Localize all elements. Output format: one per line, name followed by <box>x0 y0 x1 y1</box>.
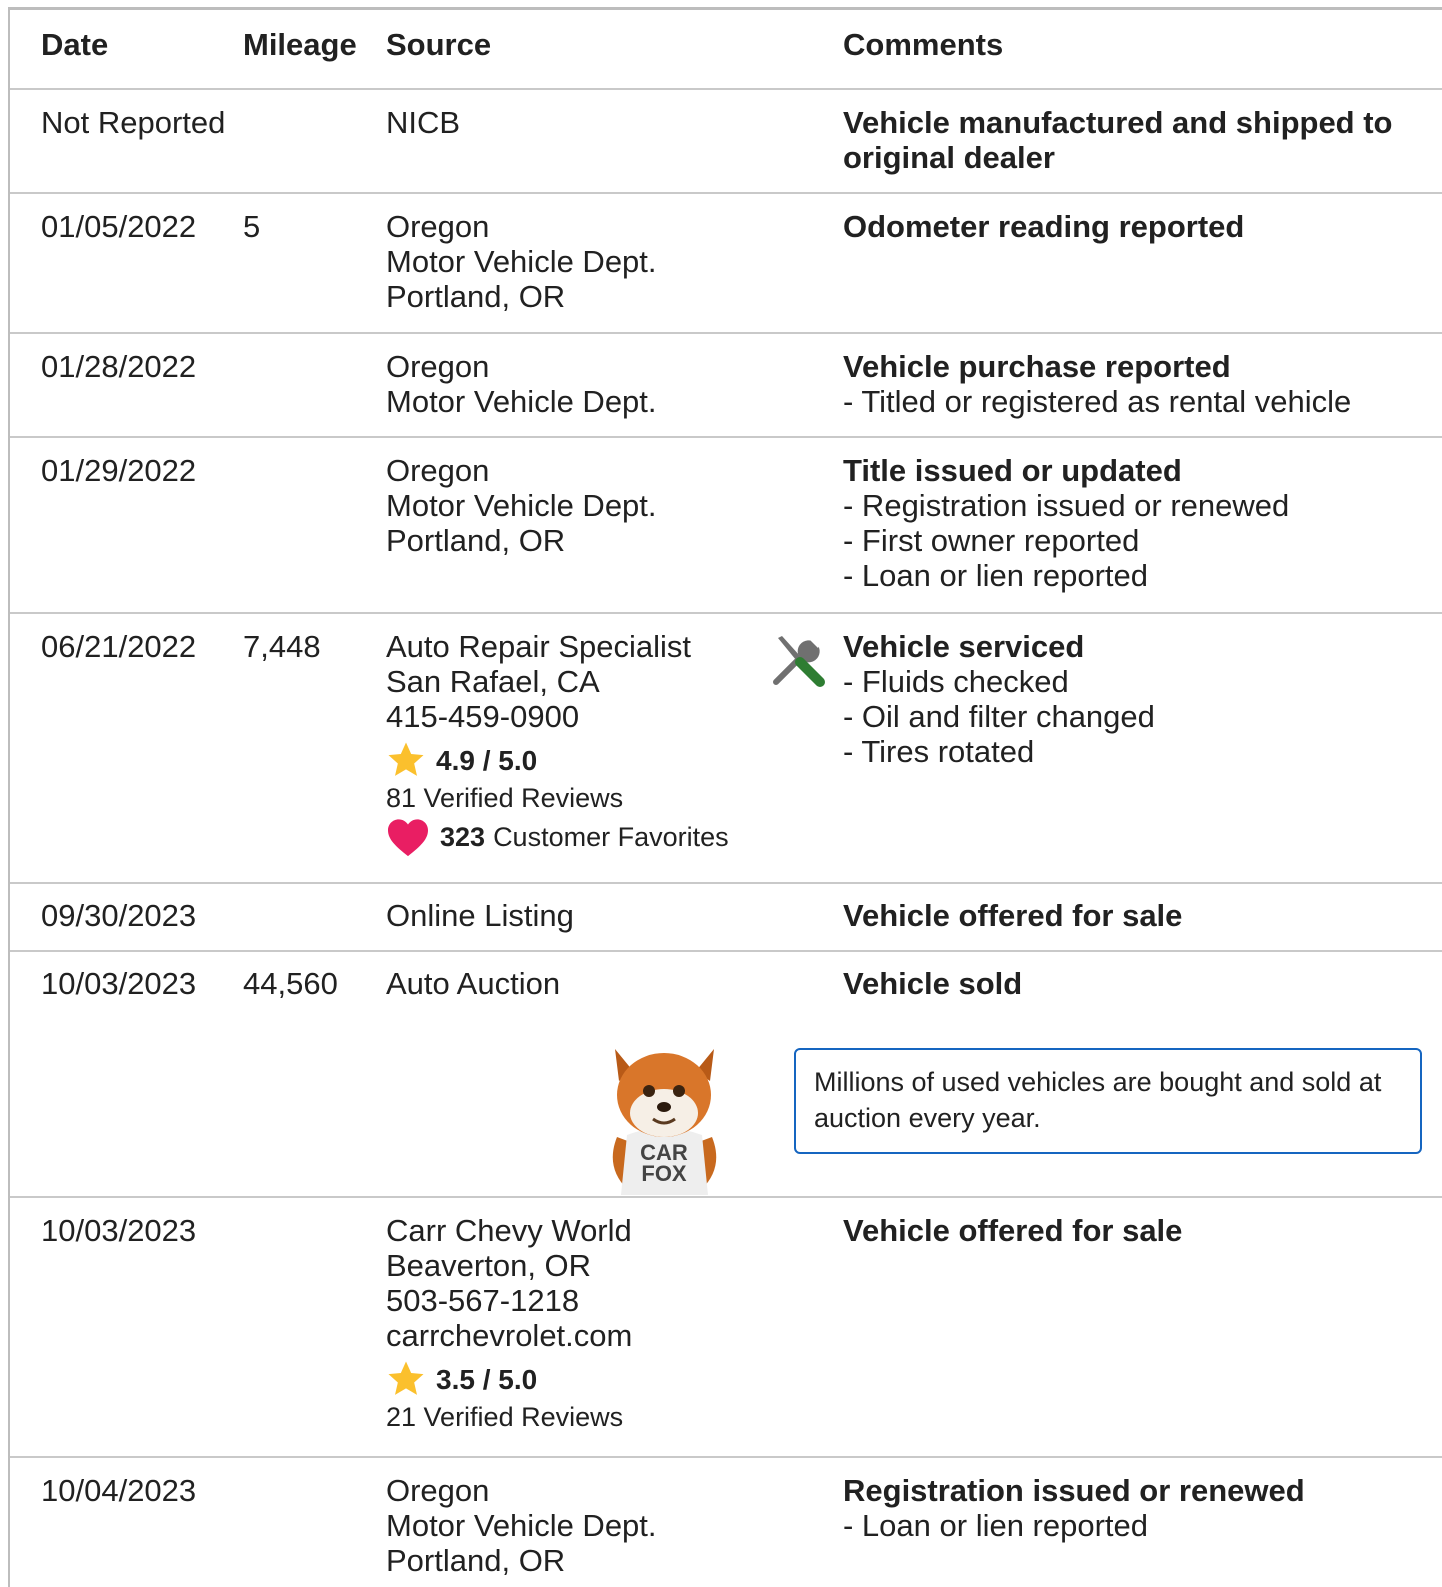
source-line: Portland, OR <box>386 1543 566 1578</box>
row-date: Not Reported <box>41 105 226 140</box>
mascot-shirt-text-bottom: FOX <box>641 1161 687 1186</box>
row-comments: Vehicle manufactured and shipped to orig… <box>843 105 1402 175</box>
dealer-rating: 3.5 / 5.0 <box>386 1359 632 1399</box>
comment-detail: - First owner reported <box>843 523 1140 558</box>
comment-title: Odometer reading reported <box>843 209 1245 244</box>
source-line: Online Listing <box>386 898 574 933</box>
source-line: Motor Vehicle Dept. <box>386 488 657 523</box>
comment-detail: - Registration issued or renewed <box>843 488 1290 523</box>
source-line: Motor Vehicle Dept. <box>386 244 657 279</box>
row-date: 09/30/2023 <box>41 898 197 933</box>
star-icon <box>388 742 424 776</box>
source-line: Oregon <box>386 209 490 244</box>
customer-favorites: 323 Customer Favorites <box>386 816 729 858</box>
comment-detail: - Loan or lien reported <box>843 1508 1149 1543</box>
row-source: NICB <box>386 105 460 140</box>
table-row: 10/03/2023 Carr Chevy World Beaverton, O… <box>10 1198 1442 1458</box>
row-comments: Vehicle offered for sale <box>843 898 1402 933</box>
row-date: 01/28/2022 <box>41 349 197 384</box>
table-row: 01/05/2022 5 Oregon Motor Vehicle Dept. … <box>10 194 1442 334</box>
header-date: Date <box>41 27 109 62</box>
table-row: 06/21/2022 7,448 Auto Repair Specialist … <box>10 614 1442 884</box>
source-line: 503-567-1218 <box>386 1283 580 1318</box>
row-comments: Registration issued or renewed - Loan or… <box>843 1473 1402 1543</box>
row-comments: Vehicle serviced - Fluids checked - Oil … <box>843 629 1402 769</box>
vehicle-history-table: Date Mileage Source Comments Not Reporte… <box>0 0 1442 1587</box>
star-icon <box>388 1361 424 1395</box>
carfox-mascot-icon: CAR FOX <box>612 1049 717 1195</box>
row-source: Oregon Motor Vehicle Dept. Portland, OR <box>386 453 657 558</box>
source-line: Motor Vehicle Dept. <box>386 384 657 419</box>
comment-title: Vehicle offered for sale <box>843 898 1183 933</box>
favorites-label: Customer Favorites <box>493 821 729 852</box>
comment-title: Vehicle sold <box>843 966 1023 1001</box>
row-mileage: 7,448 <box>243 629 321 664</box>
source-line: 415-459-0900 <box>386 699 580 734</box>
table-row: 10/03/2023 44,560 Auto Auction Vehicle s… <box>10 952 1442 1198</box>
row-date: 01/05/2022 <box>41 209 197 244</box>
header-mileage: Mileage <box>243 27 357 62</box>
source-line: San Rafael, CA <box>386 664 600 699</box>
comment-title: Vehicle purchase reported <box>843 349 1231 384</box>
row-source: Oregon Motor Vehicle Dept. Portland, OR <box>386 209 657 314</box>
row-source: Carr Chevy World Beaverton, OR 503-567-1… <box>386 1213 632 1435</box>
source-line: Portland, OR <box>386 279 566 314</box>
row-comments: Vehicle sold <box>843 966 1402 1001</box>
table-row: 09/30/2023 Online Listing Vehicle offere… <box>10 884 1442 952</box>
comment-title: Vehicle manufactured and shipped to orig… <box>843 105 1393 175</box>
table-row: 10/04/2023 Oregon Motor Vehicle Dept. Po… <box>10 1458 1442 1587</box>
source-line: Carr Chevy World <box>386 1213 632 1248</box>
row-date: 10/03/2023 <box>41 1213 197 1248</box>
row-comments: Vehicle purchase reported - Titled or re… <box>843 349 1402 419</box>
verified-reviews-link[interactable]: 81 Verified Reviews <box>386 780 729 816</box>
row-comments: Odometer reading reported <box>843 209 1402 244</box>
comment-detail: - Titled or registered as rental vehicle <box>843 384 1352 419</box>
source-line: Beaverton, OR <box>386 1248 592 1283</box>
auction-info-callout: Millions of used vehicles are bought and… <box>794 1048 1422 1154</box>
heart-icon <box>388 819 428 857</box>
dealer-website-link[interactable]: carrchevrolet.com <box>386 1318 632 1353</box>
source-line: Portland, OR <box>386 523 566 558</box>
row-source: Auto Repair Specialist San Rafael, CA 41… <box>386 629 729 858</box>
comment-title: Registration issued or renewed <box>843 1473 1305 1508</box>
comment-title: Title issued or updated <box>843 453 1182 488</box>
row-comments: Title issued or updated - Registration i… <box>843 453 1402 593</box>
comment-detail: - Loan or lien reported <box>843 558 1149 593</box>
source-line: Auto Auction <box>386 966 561 1001</box>
row-mileage: 5 <box>243 209 261 244</box>
row-date: 06/21/2022 <box>41 629 197 664</box>
source-line: Oregon <box>386 349 490 384</box>
rating-value: 4.9 / 5.0 <box>436 744 538 776</box>
comment-title: Vehicle offered for sale <box>843 1213 1183 1248</box>
row-comments: Vehicle offered for sale <box>843 1213 1402 1248</box>
table-header-row: Date Mileage Source Comments <box>10 10 1442 90</box>
favorites-count: 323 <box>440 821 486 852</box>
source-line: Oregon <box>386 1473 490 1508</box>
source-line: NICB <box>386 105 461 140</box>
row-date: 01/29/2022 <box>41 453 197 488</box>
comment-title: Vehicle serviced <box>843 629 1085 664</box>
verified-reviews-link[interactable]: 21 Verified Reviews <box>386 1399 632 1435</box>
header-source: Source <box>386 27 492 62</box>
comment-detail: - Tires rotated <box>843 734 1035 769</box>
table-row: 01/29/2022 Oregon Motor Vehicle Dept. Po… <box>10 438 1442 614</box>
rating-value: 3.5 / 5.0 <box>436 1363 538 1395</box>
row-source: Oregon Motor Vehicle Dept. <box>386 349 657 419</box>
row-source: Online Listing <box>386 898 574 933</box>
comment-detail: - Fluids checked <box>843 664 1069 699</box>
source-line: Motor Vehicle Dept. <box>386 1508 657 1543</box>
header-comments: Comments <box>843 27 1004 62</box>
source-line: Auto Repair Specialist <box>386 629 691 664</box>
shop-rating: 4.9 / 5.0 <box>386 740 729 780</box>
row-date: 10/03/2023 <box>41 966 197 1001</box>
row-source: Oregon Motor Vehicle Dept. Portland, OR <box>386 1473 657 1578</box>
row-source: Auto Auction <box>386 966 560 1001</box>
table-row: Not Reported NICB Vehicle manufactured a… <box>10 90 1442 194</box>
table-row: 01/28/2022 Oregon Motor Vehicle Dept. Ve… <box>10 334 1442 438</box>
row-date: 10/04/2023 <box>41 1473 197 1508</box>
wrench-screwdriver-icon <box>773 636 825 687</box>
source-line: Oregon <box>386 453 490 488</box>
comment-detail: - Oil and filter changed <box>843 699 1155 734</box>
row-mileage: 44,560 <box>243 966 338 1001</box>
